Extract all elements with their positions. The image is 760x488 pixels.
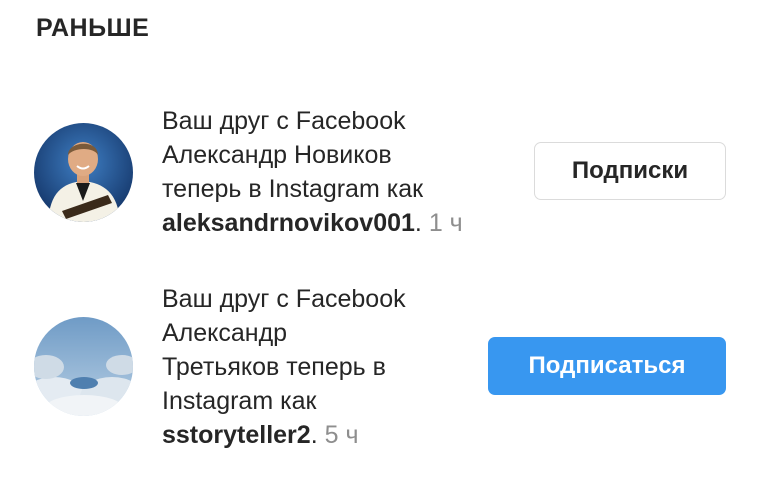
timestamp: 1 ч — [421, 209, 463, 237]
timestamp: 5 ч — [317, 421, 359, 449]
notification-item: Ваш друг с Facebook Александр Третьяков … — [0, 282, 760, 452]
notification-line: aleksandrnovikov001. 1 ч — [162, 206, 507, 240]
notification-line: Александр — [162, 319, 288, 347]
notification-text: Ваш друг с Facebook Александр Новиков те… — [162, 104, 507, 240]
sky-clouds-avatar-icon[interactable] — [34, 317, 133, 416]
section-header: РАНЬШЕ — [36, 14, 150, 42]
username-link[interactable]: sstoryteller2 — [162, 421, 311, 449]
separator: . — [414, 209, 422, 237]
notification-line: Александр Новиков — [162, 141, 392, 169]
separator: . — [310, 421, 318, 449]
following-button[interactable]: Подписки — [534, 142, 726, 200]
notification-line: Третьяков теперь в — [162, 353, 386, 381]
notification-line: sstoryteller2. 5 ч — [162, 418, 507, 452]
user-photo-avatar-icon[interactable] — [34, 123, 133, 222]
notification-line: Ваш друг с Facebook — [162, 285, 406, 313]
notification-line: Instagram как — [162, 387, 317, 415]
notification-text: Ваш друг с Facebook Александр Третьяков … — [162, 282, 507, 452]
notification-line: теперь в Instagram как — [162, 175, 424, 203]
username-link[interactable]: aleksandrnovikov001 — [162, 209, 415, 237]
notification-line: Ваш друг с Facebook — [162, 107, 406, 135]
follow-button[interactable]: Подписаться — [488, 337, 726, 395]
notification-item: Ваш друг с Facebook Александр Новиков те… — [0, 104, 760, 254]
